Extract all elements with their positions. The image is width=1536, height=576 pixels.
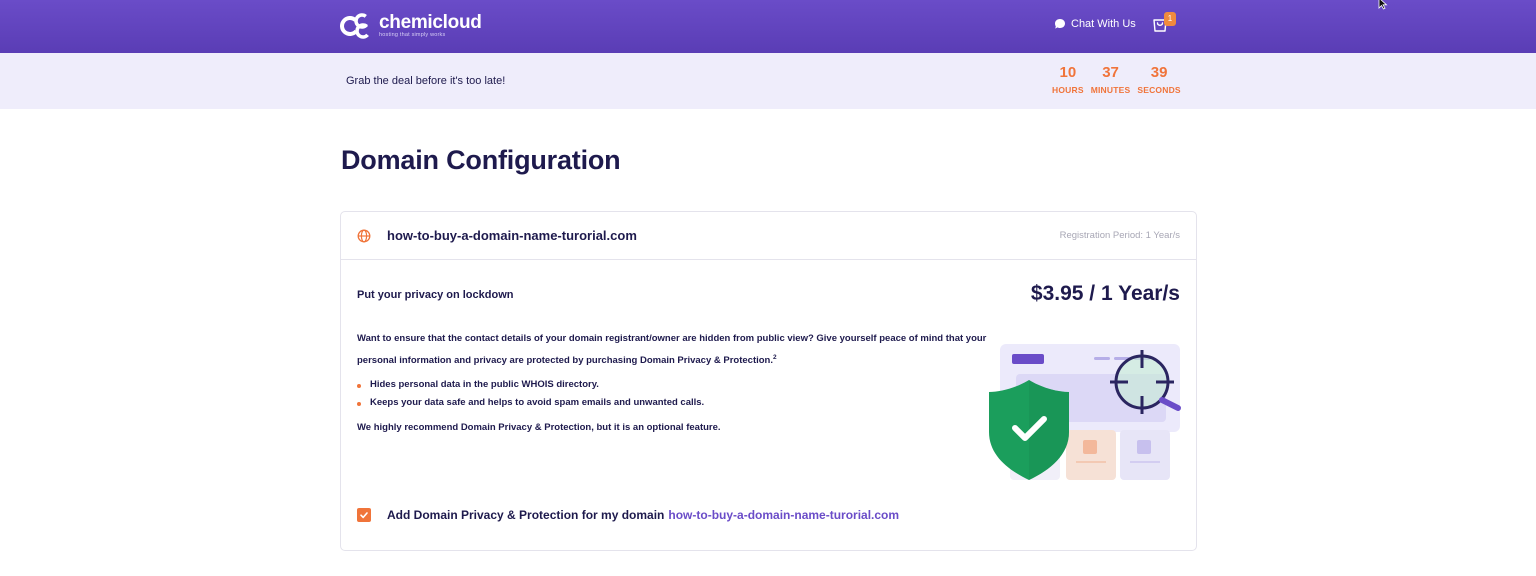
bullet-dot-icon xyxy=(357,402,361,406)
countdown-hours-value: 10 xyxy=(1059,64,1077,81)
promo-banner: Grab the deal before it's too late! 10 H… xyxy=(0,53,1536,109)
chemicloud-logo[interactable]: chemicloud hosting that simply works xyxy=(340,12,482,40)
privacy-addon-domain-link[interactable]: how-to-buy-a-domain-name-turorial.com xyxy=(668,508,899,522)
countdown-seconds-value: 39 xyxy=(1150,64,1168,81)
logo-name: chemicloud xyxy=(379,11,482,33)
bullet-dot-icon xyxy=(357,384,361,388)
countdown-seconds: 39 SECONDS xyxy=(1137,64,1180,96)
privacy-features-list: Hides personal data in the public WHOIS … xyxy=(357,376,704,412)
countdown-hours-label: HOURS xyxy=(1052,85,1084,95)
privacy-heading: Put your privacy on lockdown xyxy=(357,289,514,301)
domain-config-card: how-to-buy-a-domain-name-turorial.com Re… xyxy=(340,211,1197,551)
list-item: Keeps your data safe and helps to avoid … xyxy=(357,394,704,412)
chat-with-us-link[interactable]: Chat With Us xyxy=(1054,18,1136,30)
promo-text: Grab the deal before it's too late! xyxy=(346,75,506,87)
domain-name: how-to-buy-a-domain-name-turorial.com xyxy=(387,228,637,243)
privacy-shield-illustration xyxy=(989,344,1181,480)
chat-bubble-icon xyxy=(1055,19,1065,29)
countdown-timer: 10 HOURS 37 MINUTES 39 SECONDS xyxy=(1052,64,1181,96)
chat-label: Chat With Us xyxy=(1071,18,1136,30)
countdown-seconds-label: SECONDS xyxy=(1137,85,1181,95)
mouse-cursor-icon xyxy=(1378,0,1388,10)
countdown-minutes-label: MINUTES xyxy=(1090,85,1131,95)
feature-text: Keeps your data safe and helps to avoid … xyxy=(370,397,705,408)
privacy-description-text: Want to ensure that the contact details … xyxy=(357,333,987,367)
chemicloud-logo-icon xyxy=(340,13,371,39)
countdown-minutes: 37 MINUTES xyxy=(1091,64,1131,96)
feature-text: Hides personal data in the public WHOIS … xyxy=(370,379,599,390)
registration-period: Registration Period: 1 Year/s xyxy=(1059,230,1180,241)
globe-icon xyxy=(357,229,371,243)
list-item: Hides personal data in the public WHOIS … xyxy=(357,376,704,394)
countdown-minutes-value: 37 xyxy=(1102,64,1119,81)
privacy-price: $3.95 / 1 Year/s xyxy=(1030,282,1180,305)
privacy-description: Want to ensure that the contact details … xyxy=(357,329,997,370)
privacy-addon-option[interactable]: Add Domain Privacy & Protection for my d… xyxy=(357,508,899,522)
top-navigation-bar: chemicloud hosting that simply works Cha… xyxy=(0,0,1536,53)
privacy-addon-label: Add Domain Privacy & Protection for my d… xyxy=(387,508,665,522)
footnote-marker: 2 xyxy=(773,354,777,361)
countdown-hours: 10 HOURS xyxy=(1052,64,1084,96)
logo-tagline: hosting that simply works xyxy=(379,31,446,38)
recommendation-text: We highly recommend Domain Privacy & Pro… xyxy=(357,422,721,433)
page-title: Domain Configuration xyxy=(341,145,621,175)
privacy-addon-checkbox[interactable] xyxy=(357,508,371,522)
domain-card-header: how-to-buy-a-domain-name-turorial.com Re… xyxy=(341,212,1196,260)
checkmark-icon xyxy=(360,512,368,519)
cart-count-badge: 1 xyxy=(1164,12,1176,26)
cart-button[interactable]: 1 xyxy=(1152,12,1178,40)
